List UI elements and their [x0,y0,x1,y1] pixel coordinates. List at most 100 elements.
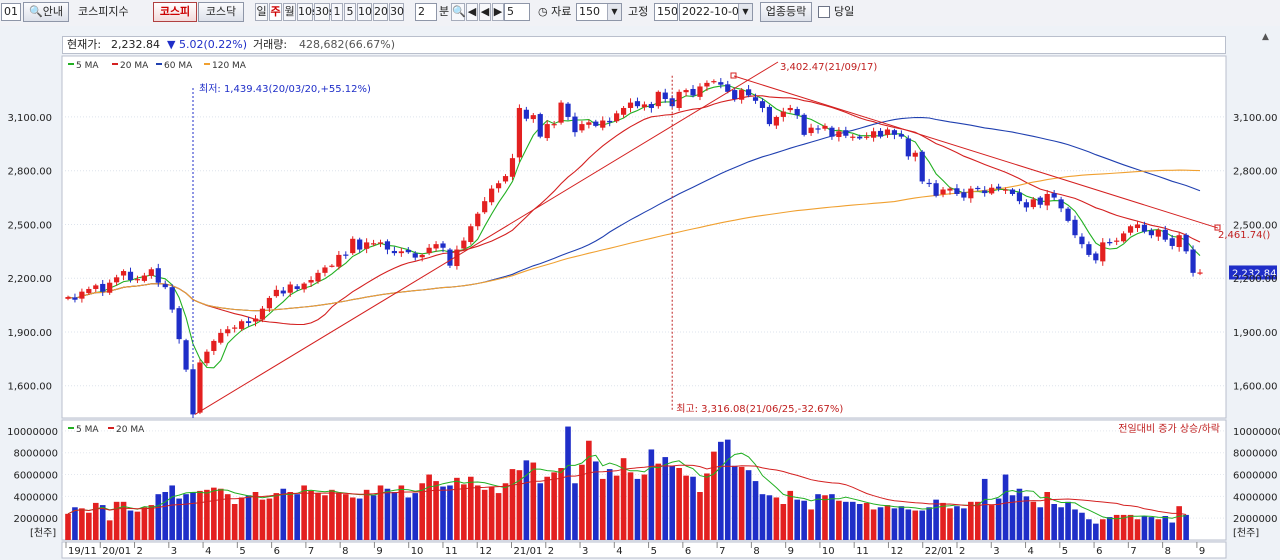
period-button-5[interactable]: 1 [331,3,343,21]
candle-body [148,269,154,276]
candle-body [134,279,141,281]
candle-body [745,89,752,96]
date-dropdown-icon[interactable]: ▼ [738,4,752,20]
volume-bar [898,506,905,540]
today-checkbox[interactable] [818,6,830,18]
volume-bar [1141,516,1148,540]
candle-body [1100,242,1106,262]
candle-body [544,124,550,139]
candle-body [884,129,891,135]
date-tick-label: 5 [651,546,657,557]
code-input[interactable]: 01 [1,3,21,21]
nav-left-icon[interactable]: ◀ [479,3,491,21]
period-button-2[interactable]: 월 [283,3,296,21]
price-tick-left: 1,600.00 [7,382,52,393]
candle-body [933,183,939,196]
volume-bar [947,508,953,540]
volume-bar [586,440,592,540]
candle-body [551,124,557,126]
volume-bar [606,469,613,540]
candle-body [787,107,793,111]
candle-body [593,121,599,126]
period-input[interactable]: 2 [415,3,437,21]
candle-body [405,249,411,253]
volume-bar [391,492,398,540]
candle-body [440,243,446,248]
volume-bar [1079,512,1085,540]
data-count-dropdown-icon[interactable]: ▼ [607,4,621,20]
volume-bar [593,461,599,540]
candle-body [211,340,217,351]
nav-right-icon[interactable]: ▶ [492,3,504,21]
candle-body [447,249,453,266]
candle-body [732,90,738,100]
date-tick-label: 3 [993,546,999,557]
volume-bar [849,501,856,540]
period-button-1[interactable]: 주 [269,3,282,21]
period-button-7[interactable]: 10 [357,3,372,21]
volume-bar [579,464,585,540]
volume-bar [1002,474,1009,540]
nav-left-end-icon[interactable]: ◀ [466,3,478,21]
price-tick-right: 1,900.00 [1233,328,1278,339]
price-tick-left: 2,200.00 [7,274,52,285]
date-tick-label: 11 [445,546,458,557]
period-button-8[interactable]: 20 [373,3,388,21]
period-unit-label: 분 [439,5,450,18]
volume-bar [662,457,669,540]
candle-body [1072,219,1078,236]
volume-bar [349,497,356,540]
volume-bar [641,474,648,540]
volume-bar [829,494,835,540]
candle-body [1114,240,1120,242]
market-kospi-button[interactable]: 코스피 [153,2,197,22]
candle-body [1190,249,1196,273]
period-button-4[interactable]: 30s [314,3,335,21]
search-icon[interactable]: 🔍 [451,3,466,21]
guide-button[interactable]: 🔍안내 [23,2,69,22]
candle-body [183,340,189,370]
candle-body [107,282,113,293]
candle-body [898,134,904,137]
count-input[interactable]: 5 [504,3,530,21]
candle-body [218,332,224,343]
volume-bar [287,492,294,540]
volume-bar [169,485,175,540]
candle-body [634,101,641,107]
candle-body [475,213,481,227]
candle-body [801,114,807,135]
volume-bar [1016,488,1023,540]
candle-body [120,271,127,276]
guide-button-label: 안내 [42,5,63,18]
volume-bar [1072,509,1078,540]
date-tick-label: 7 [1130,546,1136,557]
volume-bar [731,465,738,540]
candle-body [1127,226,1134,233]
volume-bar [711,451,717,540]
volume-bar [86,512,92,540]
date-tick-label: 9 [788,546,794,557]
candle-body [155,268,161,283]
candle-body [919,151,925,182]
date-tick-label: 19/11 [68,546,97,557]
candle-body [565,103,571,117]
date-tick-label: 3 [582,546,588,557]
period-button-0[interactable]: 일 [255,3,268,21]
volume-bar [273,493,280,540]
candle-body [225,329,231,334]
volume-bar [801,500,807,540]
market-kosdaq-button[interactable]: 코스닥 [198,2,244,22]
price-tick-left: 2,500.00 [7,220,52,231]
period-button-6[interactable]: 5 [344,3,356,21]
volume-bar [745,470,752,540]
trend-high-annotation: 3,402.47(21/09/17) [780,62,877,73]
fixed-count-input[interactable]: 150 [654,3,678,21]
period-button-3[interactable]: 10s [297,3,318,21]
volume-bar [259,499,266,540]
candle-body [245,321,252,324]
updown-button[interactable]: 업종등락 [760,2,812,22]
volume-bar [655,463,662,540]
candle-body [739,90,745,100]
period-button-9[interactable]: 30 [389,3,404,21]
candlestick-chart[interactable]: 5 MA 20 MA 60 MA 120 MA 5 MA 20 MA 전일대비 증가 상승/… [0,26,1280,560]
